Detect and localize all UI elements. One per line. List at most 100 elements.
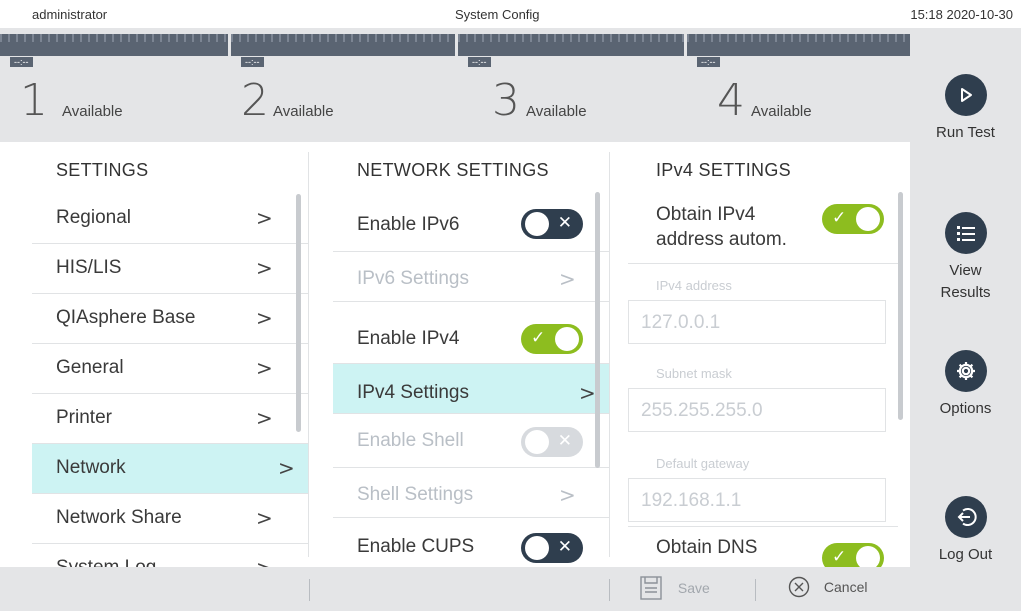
settings-item-label: QIAsphere Base xyxy=(56,307,196,328)
obtain-ipv4-auto-toggle[interactable]: ✓ xyxy=(822,204,884,234)
chevron-right-icon: > xyxy=(559,483,576,507)
module-code: --:-- xyxy=(697,57,720,67)
enable-shell-toggle[interactable]: ✕ xyxy=(521,427,583,457)
module-status-strip xyxy=(458,34,684,56)
obtain-ipv4-auto-row[interactable]: Obtain IPv4 address autom. ✓ xyxy=(628,194,898,264)
settings-item-general[interactable]: General > xyxy=(32,344,308,394)
network-scrollbar[interactable] xyxy=(595,192,600,468)
ipv4-scrollbar[interactable] xyxy=(898,192,903,420)
module-number: 2 xyxy=(241,75,269,126)
check-icon: ✓ xyxy=(832,547,847,567)
module-slot-4[interactable]: --:-- 4 Available xyxy=(687,28,910,142)
settings-item-label: General xyxy=(56,357,124,378)
x-icon: ✕ xyxy=(557,431,572,451)
module-status: Available xyxy=(526,103,587,120)
enable-shell-row[interactable]: Enable Shell ✕ xyxy=(333,414,609,468)
module-slot-1[interactable]: --:-- 1 Available xyxy=(0,28,228,142)
settings-item-qiasphere-base[interactable]: QIAsphere Base > xyxy=(32,294,308,344)
settings-item-regional[interactable]: Regional > xyxy=(32,194,308,244)
module-status-strip xyxy=(0,34,228,56)
cancel-icon xyxy=(788,576,810,598)
action-bar: Save Cancel xyxy=(0,567,910,611)
settings-item-label: Printer xyxy=(56,407,112,428)
options-button[interactable]: Options xyxy=(910,350,1021,420)
ipv4-settings-heading: IPv4 SETTINGS xyxy=(656,160,791,180)
run-test-label: Run Test xyxy=(936,124,995,141)
save-button[interactable]: Save xyxy=(640,576,710,600)
cancel-label: Cancel xyxy=(823,579,868,595)
settings-item-label: Regional xyxy=(56,207,131,228)
module-number: 1 xyxy=(20,75,48,126)
log-out-button[interactable]: Log Out xyxy=(910,496,1021,566)
obtain-ipv4-auto-label: Obtain IPv4 address autom. xyxy=(656,204,787,250)
chevron-right-icon: > xyxy=(256,356,273,380)
subnet-mask-field[interactable]: 255.255.255.0 xyxy=(628,388,886,432)
subnet-mask-label: Subnet mask xyxy=(656,366,732,381)
x-icon: ✕ xyxy=(557,213,572,233)
cancel-button[interactable]: Cancel xyxy=(788,576,867,598)
module-status-strip xyxy=(231,34,455,56)
ipv4-address-field[interactable]: 127.0.0.1 xyxy=(628,300,886,344)
module-status: Available xyxy=(273,103,334,120)
enable-ipv6-row[interactable]: Enable IPv6 ✕ xyxy=(333,194,609,252)
module-number: 4 xyxy=(717,75,745,126)
enable-ipv6-toggle[interactable]: ✕ xyxy=(521,209,583,239)
module-code: --:-- xyxy=(10,57,33,67)
enable-cups-row[interactable]: Enable CUPS ✕ xyxy=(333,518,609,567)
chevron-right-icon: > xyxy=(256,556,273,567)
gear-icon xyxy=(944,350,987,392)
obtain-dns-row[interactable]: Obtain DNS ✓ xyxy=(628,526,898,567)
ipv6-settings-row[interactable]: IPv6 Settings > xyxy=(333,252,609,302)
enable-ipv4-label: Enable IPv4 xyxy=(357,328,460,349)
enable-ipv4-row[interactable]: Enable IPv4 ✓ xyxy=(333,302,609,364)
run-test-button[interactable]: Run Test xyxy=(910,74,1021,144)
settings-item-network[interactable]: Network > xyxy=(32,444,308,494)
module-slot-2[interactable]: --:-- 2 Available xyxy=(231,28,455,142)
x-icon: ✕ xyxy=(557,537,572,557)
ipv4-settings-label: IPv4 Settings xyxy=(357,382,469,403)
obtain-dns-toggle[interactable]: ✓ xyxy=(822,543,884,567)
column-divider xyxy=(308,152,309,557)
settings-item-his-lis[interactable]: HIS/LIS > xyxy=(32,244,308,294)
bottom-divider xyxy=(609,579,610,601)
chevron-right-icon: > xyxy=(256,306,273,330)
chevron-right-icon: > xyxy=(256,256,273,280)
chevron-right-icon: > xyxy=(278,456,295,480)
save-icon xyxy=(640,576,662,600)
bottom-divider xyxy=(755,579,756,601)
status-bar: administrator System Config 15:18 2020-1… xyxy=(0,0,1021,28)
chevron-right-icon: > xyxy=(256,506,273,530)
shell-settings-row[interactable]: Shell Settings > xyxy=(333,468,609,518)
settings-heading: SETTINGS xyxy=(56,160,149,180)
settings-item-label: System Log xyxy=(56,557,156,567)
settings-scrollbar[interactable] xyxy=(296,194,301,432)
check-icon: ✓ xyxy=(832,208,847,228)
view-results-button[interactable]: View Results xyxy=(910,212,1021,304)
save-label: Save xyxy=(677,580,710,596)
enable-ipv4-toggle[interactable]: ✓ xyxy=(521,324,583,354)
module-bar: --:-- 1 Available --:-- 2 Available --:-… xyxy=(0,28,910,142)
settings-item-system-log[interactable]: System Log > xyxy=(32,544,308,567)
enable-cups-toggle[interactable]: ✕ xyxy=(521,533,583,563)
module-slot-3[interactable]: --:-- 3 Available xyxy=(458,28,684,142)
module-code: --:-- xyxy=(468,57,491,67)
default-gateway-label: Default gateway xyxy=(656,456,750,471)
network-settings-column: NETWORK SETTINGS Enable IPv6 ✕ IPv6 Sett… xyxy=(333,142,609,567)
check-icon: ✓ xyxy=(531,328,546,348)
settings-item-printer[interactable]: Printer > xyxy=(32,394,308,444)
module-number: 3 xyxy=(492,75,520,126)
chevron-right-icon: > xyxy=(256,206,273,230)
settings-column: SETTINGS Regional > HIS/LIS > QIAsphere … xyxy=(32,142,308,567)
default-gateway-field[interactable]: 192.168.1.1 xyxy=(628,478,886,522)
enable-ipv6-label: Enable IPv6 xyxy=(357,214,460,235)
view-results-label: View Results xyxy=(940,262,991,301)
logout-icon xyxy=(944,496,987,538)
module-status-strip xyxy=(687,34,910,56)
ipv4-settings-row[interactable]: IPv4 Settings > xyxy=(333,364,609,414)
module-code: --:-- xyxy=(241,57,264,67)
enable-cups-label: Enable CUPS xyxy=(357,536,475,557)
play-icon xyxy=(944,74,987,116)
settings-item-network-share[interactable]: Network Share > xyxy=(32,494,308,544)
enable-shell-label: Enable Shell xyxy=(357,430,464,451)
module-status: Available xyxy=(751,103,812,120)
